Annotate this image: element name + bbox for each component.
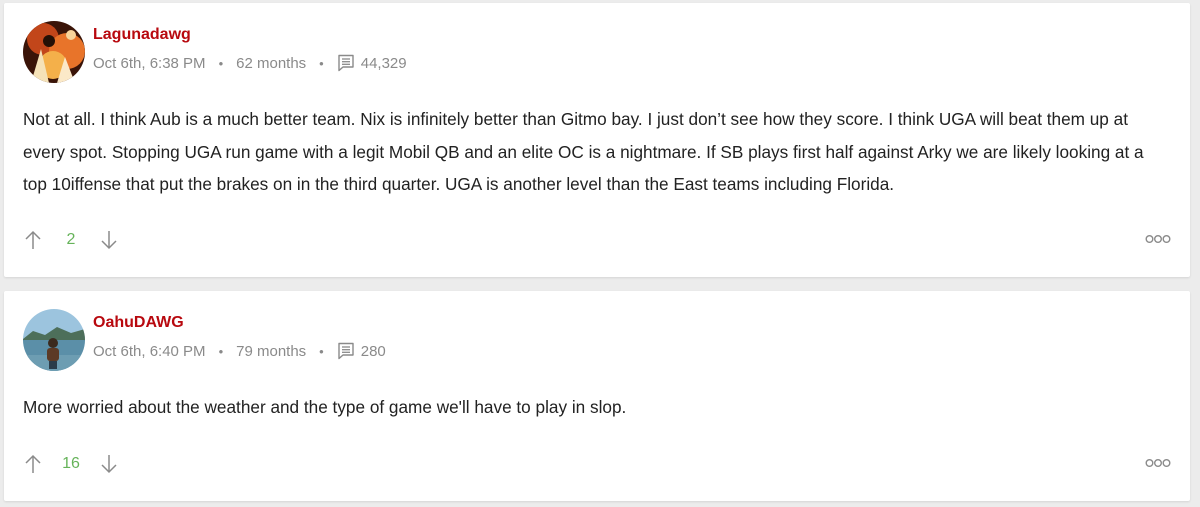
comment-icon	[337, 54, 357, 72]
post-timestamp[interactable]: Oct 6th, 6:40 PM	[93, 343, 206, 360]
post-count: 44,329	[360, 54, 407, 72]
post-count: 280	[360, 342, 386, 360]
separator: •	[319, 343, 324, 359]
member-tenure: 62 months	[236, 54, 307, 72]
post-meta: Oct 6th, 6:40 PM • 79 months • 280	[93, 342, 386, 360]
arrow-up-icon[interactable]	[24, 229, 42, 251]
vote-score: 16	[62, 455, 80, 472]
post-card: Lagunadawg Oct 6th, 6:38 PM • 62 months …	[4, 3, 1190, 277]
arrow-up-icon[interactable]	[24, 453, 42, 475]
vote-controls: 16	[24, 452, 118, 476]
more-options-icon[interactable]	[1145, 458, 1171, 468]
arrow-down-icon[interactable]	[100, 229, 118, 251]
separator: •	[218, 343, 224, 359]
member-tenure: 79 months	[236, 342, 307, 360]
username[interactable]: Lagunadawg	[93, 26, 191, 44]
user-avatar[interactable]	[23, 309, 85, 371]
vote-score: 2	[66, 231, 76, 248]
post-body: Not at all. I think Aub is a much better…	[23, 109, 1144, 194]
user-avatar[interactable]	[23, 21, 85, 83]
arrow-down-icon[interactable]	[100, 453, 118, 475]
post-meta: Oct 6th, 6:38 PM • 62 months • 44,329	[93, 54, 407, 72]
username[interactable]: OahuDAWG	[93, 314, 184, 332]
separator: •	[218, 55, 224, 71]
vote-controls: 2	[24, 228, 118, 252]
post-card: OahuDAWG Oct 6th, 6:40 PM • 79 months • …	[4, 291, 1190, 501]
post-body: More worried about the weather and the t…	[23, 397, 627, 417]
more-options-icon[interactable]	[1145, 234, 1171, 244]
separator: •	[319, 55, 324, 71]
post-timestamp[interactable]: Oct 6th, 6:38 PM	[93, 55, 206, 72]
comment-icon	[337, 342, 357, 360]
